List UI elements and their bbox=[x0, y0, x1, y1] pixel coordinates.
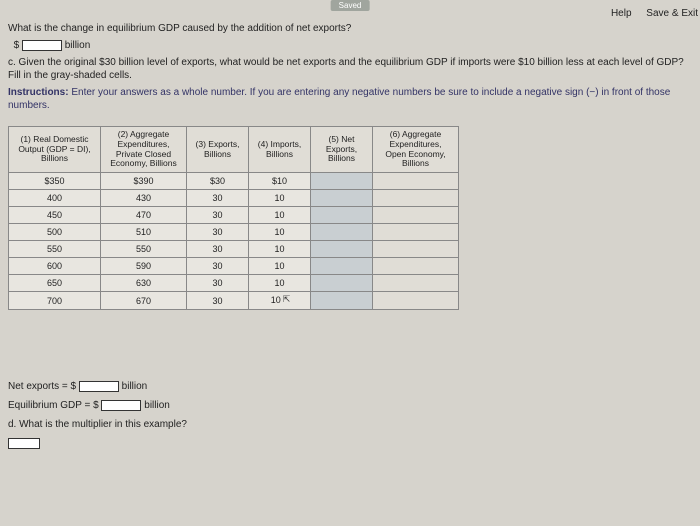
col-header-4: (4) Imports, Billions bbox=[249, 127, 311, 173]
table-row: 5005103010 bbox=[9, 224, 459, 241]
cell-c3: 30 bbox=[187, 275, 249, 292]
cell-c2: 430 bbox=[101, 190, 187, 207]
table-row: 4004303010 bbox=[9, 190, 459, 207]
cell-c3: $30 bbox=[187, 173, 249, 190]
agg-exp-open-cell[interactable] bbox=[373, 292, 459, 310]
net-exports-cell[interactable] bbox=[311, 258, 373, 275]
gdp-change-input[interactable] bbox=[22, 40, 62, 51]
cell-c1: 600 bbox=[9, 258, 101, 275]
cell-c4: $10 bbox=[249, 173, 311, 190]
billion-label: billion bbox=[65, 40, 91, 51]
multiplier-input[interactable] bbox=[8, 438, 40, 449]
net-exports-cell[interactable] bbox=[311, 190, 373, 207]
help-link[interactable]: Help bbox=[611, 8, 632, 19]
net-exports-cell[interactable] bbox=[311, 241, 373, 258]
instructions-text: Enter your answers as a whole number. If… bbox=[8, 87, 670, 111]
table-row: $350$390$30$10 bbox=[9, 173, 459, 190]
table-row: 5505503010 bbox=[9, 241, 459, 258]
cell-c4: 10 bbox=[249, 224, 311, 241]
net-exports-cell[interactable] bbox=[311, 173, 373, 190]
cell-c1: 450 bbox=[9, 207, 101, 224]
col-header-1: (1) Real Domestic Output (GDP = DI), Bil… bbox=[9, 127, 101, 173]
cell-c2: 470 bbox=[101, 207, 187, 224]
net-exports-line: Net exports = $ billion bbox=[8, 380, 692, 393]
cell-c1: 700 bbox=[9, 292, 101, 310]
agg-exp-open-cell[interactable] bbox=[373, 207, 459, 224]
cell-c3: 30 bbox=[187, 241, 249, 258]
agg-exp-open-cell[interactable] bbox=[373, 173, 459, 190]
table-row: 6506303010 bbox=[9, 275, 459, 292]
top-right-links: Help Save & Exit bbox=[599, 8, 698, 19]
table-row: 7006703010⇱ bbox=[9, 292, 459, 310]
cell-c1: $350 bbox=[9, 173, 101, 190]
col-header-3: (3) Exports, Billions bbox=[187, 127, 249, 173]
instructions-label: Instructions: bbox=[8, 87, 69, 98]
cell-c3: 30 bbox=[187, 224, 249, 241]
cell-c3: 30 bbox=[187, 190, 249, 207]
cell-c4: 10 bbox=[249, 207, 311, 224]
col-header-2: (2) Aggregate Expenditures, Private Clos… bbox=[101, 127, 187, 173]
cell-c2: 630 bbox=[101, 275, 187, 292]
col-header-6: (6) Aggregate Expenditures, Open Economy… bbox=[373, 127, 459, 173]
cell-c3: 30 bbox=[187, 292, 249, 310]
answer-line-1: $ billion bbox=[8, 39, 692, 52]
cell-c2: 670 bbox=[101, 292, 187, 310]
billion-label: billion bbox=[122, 381, 148, 392]
cell-c1: 550 bbox=[9, 241, 101, 258]
instructions-line: Instructions: Enter your answers as a wh… bbox=[8, 86, 692, 112]
net-exports-cell[interactable] bbox=[311, 207, 373, 224]
cell-c1: 650 bbox=[9, 275, 101, 292]
save-exit-link[interactable]: Save & Exit bbox=[646, 8, 698, 19]
billion-label: billion bbox=[144, 400, 170, 411]
net-exports-cell[interactable] bbox=[311, 275, 373, 292]
cell-c2: 590 bbox=[101, 258, 187, 275]
table-row: 6005903010 bbox=[9, 258, 459, 275]
part-c-text: c. Given the original $30 billion level … bbox=[8, 56, 692, 82]
agg-exp-open-cell[interactable] bbox=[373, 258, 459, 275]
agg-exp-open-cell[interactable] bbox=[373, 190, 459, 207]
cell-c4: 10 bbox=[249, 275, 311, 292]
cell-c3: 30 bbox=[187, 258, 249, 275]
data-table: (1) Real Domestic Output (GDP = DI), Bil… bbox=[8, 126, 459, 310]
agg-exp-open-cell[interactable] bbox=[373, 241, 459, 258]
cell-c4: 10⇱ bbox=[249, 292, 311, 310]
cell-c4: 10 bbox=[249, 241, 311, 258]
net-exports-cell[interactable] bbox=[311, 292, 373, 310]
net-exports-cell[interactable] bbox=[311, 224, 373, 241]
part-d-text: d. What is the multiplier in this exampl… bbox=[8, 418, 692, 431]
cell-c2: 550 bbox=[101, 241, 187, 258]
question-change-gdp: What is the change in equilibrium GDP ca… bbox=[8, 22, 692, 35]
dollar-sign: $ bbox=[14, 40, 20, 51]
agg-exp-open-cell[interactable] bbox=[373, 224, 459, 241]
cell-c4: 10 bbox=[249, 190, 311, 207]
cursor-icon: ⇱ bbox=[283, 294, 291, 305]
multiplier-answer-line bbox=[8, 437, 692, 450]
cell-c2: 510 bbox=[101, 224, 187, 241]
saved-status: Saved bbox=[331, 0, 370, 11]
equilibrium-gdp-line: Equilibrium GDP = $ billion bbox=[8, 399, 692, 412]
eq-gdp-label: Equilibrium GDP = $ bbox=[8, 400, 99, 411]
col-header-5: (5) Net Exports, Billions bbox=[311, 127, 373, 173]
table-row: 4504703010 bbox=[9, 207, 459, 224]
cell-c3: 30 bbox=[187, 207, 249, 224]
cell-c2: $390 bbox=[101, 173, 187, 190]
eq-gdp-input[interactable] bbox=[101, 400, 141, 411]
cell-c1: 400 bbox=[9, 190, 101, 207]
agg-exp-open-cell[interactable] bbox=[373, 275, 459, 292]
net-exports-input[interactable] bbox=[79, 381, 119, 392]
net-exports-label: Net exports = $ bbox=[8, 381, 76, 392]
cell-c1: 500 bbox=[9, 224, 101, 241]
cell-c4: 10 bbox=[249, 258, 311, 275]
